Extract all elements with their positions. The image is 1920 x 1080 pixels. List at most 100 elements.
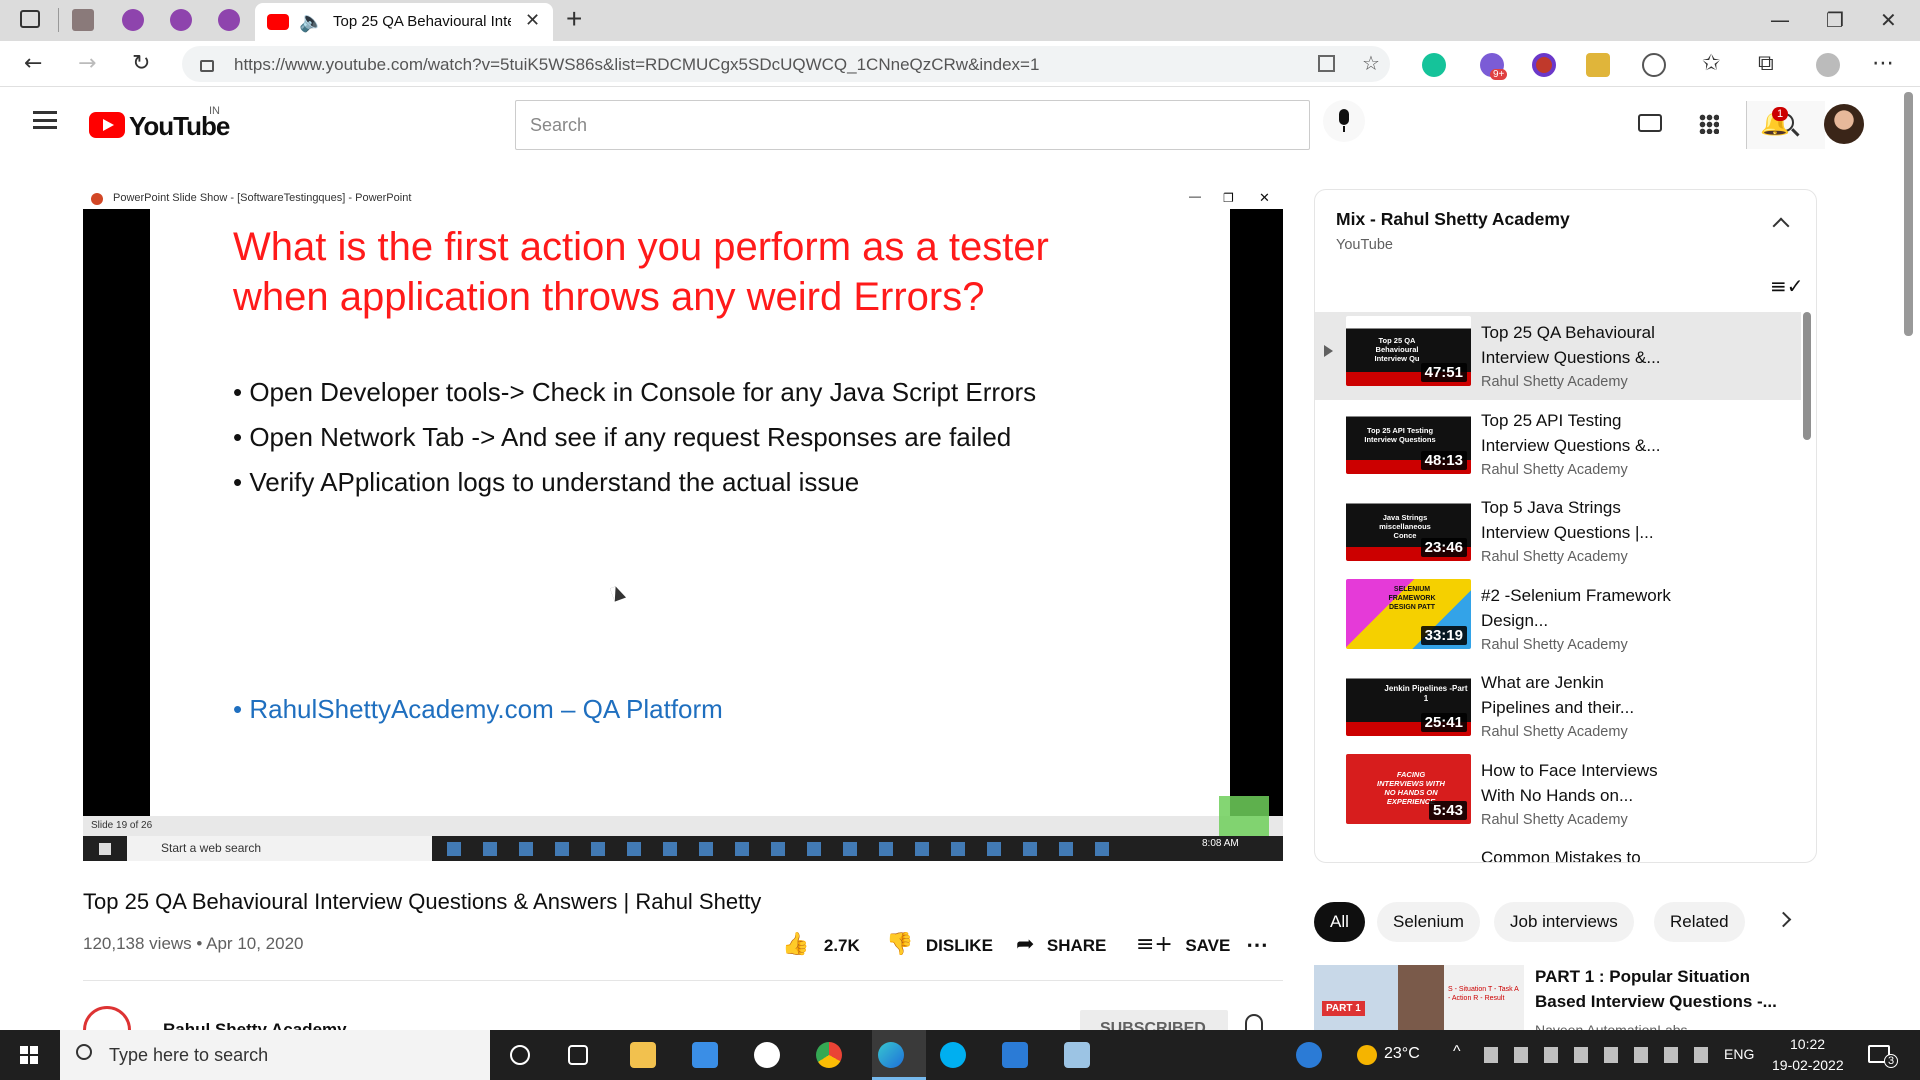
edge-icon[interactable]: [878, 1042, 904, 1068]
chrome-icon[interactable]: [816, 1042, 842, 1068]
language-indicator[interactable]: ENG: [1724, 1046, 1754, 1062]
playlist-item[interactable]: SELENIUM FRAMEWORK DESIGN PATT 33:19 #2 …: [1315, 575, 1801, 663]
forward-icon[interactable]: →: [78, 51, 96, 76]
action-center-count: 3: [1884, 1054, 1899, 1068]
pinned-tab-4[interactable]: [218, 9, 240, 31]
video-thumbnail: Top 25 API Testing Interview Questions 4…: [1346, 404, 1471, 474]
grammarly-icon[interactable]: [1422, 53, 1446, 77]
playlist-item-active[interactable]: Top 25 QA Behavioural Interview Qu 47:51…: [1315, 312, 1801, 400]
save-button[interactable]: ≡+ SAVE: [1136, 932, 1230, 960]
voice-search-button[interactable]: [1323, 100, 1365, 142]
dislike-button[interactable]: 👎 DISLIKE: [886, 932, 993, 960]
minimize-icon[interactable]: —: [1770, 8, 1790, 32]
pinned-tab-2[interactable]: [122, 9, 144, 31]
tab-actions-icon[interactable]: [20, 10, 40, 28]
lock-icon[interactable]: [200, 60, 214, 72]
tray-chevron-icon[interactable]: ^: [1453, 1043, 1461, 1061]
chip-all[interactable]: All: [1314, 902, 1365, 942]
pinned-tab-1[interactable]: [72, 9, 94, 31]
speaker-icon[interactable]: 🔈: [299, 9, 324, 33]
color-picker-icon[interactable]: [1532, 53, 1556, 77]
temperature[interactable]: 23°C: [1384, 1045, 1420, 1063]
more-options-icon[interactable]: ⋯: [1872, 51, 1894, 76]
reload-icon[interactable]: ↻: [132, 51, 150, 76]
inner-search-text: Start a web search: [161, 841, 262, 855]
chip-related[interactable]: Related: [1654, 902, 1745, 942]
video-duration: 25:41: [1420, 713, 1467, 732]
apps-grid-icon[interactable]: [1699, 114, 1719, 134]
back-icon[interactable]: ←: [24, 51, 42, 76]
playlist-item[interactable]: Java Strings miscellaneous Conce 23:46 T…: [1315, 487, 1801, 575]
taskbar-search-input[interactable]: Type here to search: [109, 1045, 268, 1066]
channel-name[interactable]: Rahul Shetty Academy: [163, 1020, 347, 1030]
channel-avatar[interactable]: [83, 1006, 131, 1030]
new-tab-icon[interactable]: +: [566, 3, 582, 35]
subscribed-button[interactable]: SUBSCRIBED: [1080, 1010, 1228, 1030]
playlist-scrollbar-thumb[interactable]: [1803, 312, 1811, 440]
now-playing-icon: [1324, 345, 1333, 357]
share-button[interactable]: ➦ SHARE: [1016, 932, 1106, 960]
app-circle-icon[interactable]: [754, 1042, 780, 1068]
cortana-icon[interactable]: [510, 1045, 530, 1065]
playlist-item[interactable]: FACING INTERVIEWS WITH NO HANDS ON EXPER…: [1315, 750, 1801, 838]
microphone-icon: [1339, 109, 1349, 125]
close-tab-icon[interactable]: ✕: [525, 10, 540, 31]
tray-icons[interactable]: [1484, 1047, 1714, 1063]
microsoft-store-icon[interactable]: [692, 1042, 718, 1068]
search-input[interactable]: Search: [530, 115, 587, 136]
create-video-icon[interactable]: [1638, 114, 1662, 132]
clock-date[interactable]: 19-02-2022: [1772, 1057, 1844, 1073]
url-text[interactable]: https://www.youtube.com/watch?v=5tuiK5WS…: [234, 55, 1039, 75]
restore-icon[interactable]: ❐: [1826, 8, 1844, 32]
collections-icon[interactable]: ⧉: [1758, 51, 1774, 76]
chip-selenium[interactable]: Selenium: [1377, 902, 1480, 942]
skype-icon[interactable]: [940, 1042, 966, 1068]
app-available-icon[interactable]: [1318, 55, 1335, 72]
extension-4-icon[interactable]: [1586, 53, 1610, 77]
slide-minimize-icon: —: [1189, 189, 1201, 203]
chip-job-interviews[interactable]: Job interviews: [1494, 902, 1634, 942]
pinned-tab-3[interactable]: [170, 9, 192, 31]
favorites-icon[interactable]: ✩: [1702, 51, 1720, 76]
playlist-item[interactable]: Top 25 API Testing Interview Questions 4…: [1315, 400, 1801, 488]
extensions-puzzle-icon[interactable]: [1642, 53, 1666, 77]
subscribed-label: SUBSCRIBED: [1100, 1020, 1206, 1030]
more-actions-icon[interactable]: ⋯: [1246, 932, 1268, 958]
taskbar-search-box[interactable]: Type here to search: [60, 1030, 490, 1080]
user-avatar[interactable]: [1824, 104, 1864, 144]
task-view-icon[interactable]: [568, 1045, 588, 1065]
help-icon[interactable]: [1296, 1042, 1322, 1068]
snipping-tool-icon[interactable]: [1064, 1042, 1090, 1068]
slide-counter: Slide 19 of 26: [91, 820, 153, 831]
search-box[interactable]: Search: [515, 100, 1825, 150]
hamburger-menu-icon[interactable]: [33, 111, 57, 129]
chips-next-icon[interactable]: [1775, 911, 1792, 928]
photos-icon[interactable]: [1002, 1042, 1028, 1068]
inner-taskbar-apps: [447, 842, 1117, 856]
active-tab[interactable]: 🔈 Top 25 QA Behavioural Inter ✕: [255, 3, 553, 41]
file-explorer-icon[interactable]: [630, 1042, 656, 1068]
slide-bullet: • Open Developer tools-> Check in Consol…: [233, 377, 1037, 407]
playlist-item[interactable]: Common Mistakes to: [1315, 837, 1801, 862]
playlist-title[interactable]: Mix - Rahul Shetty Academy: [1336, 209, 1570, 230]
video-views-date: 120,138 views • Apr 10, 2020: [83, 934, 304, 953]
video-title: Top 25 API Testing Interview Questions &…: [1481, 411, 1661, 455]
channel-bell-icon[interactable]: [1245, 1014, 1263, 1030]
profile-icon[interactable]: [1816, 53, 1840, 77]
windows-start-icon[interactable]: [20, 1046, 38, 1064]
inner-taskbar: Start a web search 8:08 AM: [83, 836, 1283, 861]
page-scrollbar-thumb[interactable]: [1904, 92, 1913, 336]
like-button[interactable]: 👍 2.7K: [782, 932, 860, 960]
clock-time[interactable]: 10:22: [1790, 1036, 1825, 1052]
address-bar[interactable]: https://www.youtube.com/watch?v=5tuiK5WS…: [182, 46, 1390, 82]
playlist-options-icon[interactable]: ≡✓: [1770, 274, 1804, 298]
slide-restore-icon: ❐: [1223, 191, 1234, 205]
channel-name: Rahul Shetty Academy: [1481, 549, 1628, 565]
powerpoint-icon: [91, 193, 103, 205]
add-favorite-icon[interactable]: ☆: [1362, 51, 1380, 75]
related-video[interactable]: PART 1 S - Situation T - Task A - Action…: [1314, 965, 1814, 1030]
collapse-playlist-icon[interactable]: [1772, 217, 1790, 235]
playlist-item[interactable]: Jenkin Pipelines -Part 1 25:41 What are …: [1315, 662, 1801, 750]
video-player[interactable]: PowerPoint Slide Show - [SoftwareTesting…: [83, 189, 1283, 861]
close-window-icon[interactable]: ✕: [1880, 8, 1897, 32]
